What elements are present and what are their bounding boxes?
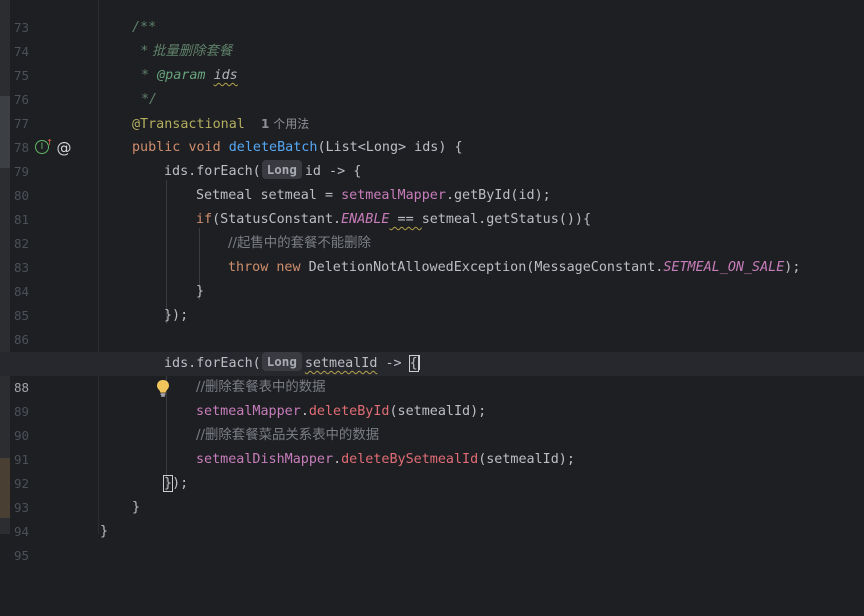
annotation: @Transactional [132, 117, 245, 132]
code-line[interactable]: 83 //起售中的套餐不能删除 [0, 232, 864, 275]
implements-method-icon[interactable]: I ↑ [35, 138, 53, 154]
matching-brace: { [408, 355, 419, 372]
code-line[interactable]: 90 setmealMapper.deleteById(setmealId); [0, 400, 864, 443]
code-text: }); [164, 308, 189, 323]
annotation-line: @Transactional 1 个用法 [132, 112, 309, 137]
code-line[interactable]: 84 throw new DeletionNotAllowedException… [0, 256, 864, 299]
code-line[interactable]: 89 //删除套餐表中的数据 [0, 376, 864, 419]
doc-param-line: * @param ids [141, 68, 238, 83]
code-text: Setmeal setmeal = setmealMapper.getById(… [196, 188, 551, 203]
code-text: throw new DeletionNotAllowedException(Me… [228, 260, 801, 275]
line-comment: //删除套餐菜品关系表中的数据 [196, 428, 380, 443]
code-line[interactable]: 85 } [0, 280, 864, 323]
code-line[interactable]: 75 * 批量删除套餐 [0, 40, 864, 83]
line-comment: //删除套餐表中的数据 [196, 380, 326, 395]
code-line[interactable]: 82 if(StatusConstant.ENABLE == setmeal.g… [0, 208, 864, 251]
code-editor[interactable]: 73 74 /** 75 * 批量删除套餐 76 * @param ids 77… [0, 0, 864, 563]
code-line[interactable]: 78 @Transactional 1 个用法 [0, 112, 864, 155]
code-line[interactable]: 74 /** [0, 16, 864, 59]
code-line[interactable]: 95 } [0, 520, 864, 563]
code-line[interactable]: 73 [0, 0, 864, 35]
code-line[interactable]: 93 }); [0, 472, 864, 515]
code-line[interactable]: 81 Setmeal setmeal = setmealMapper.getBy… [0, 184, 864, 227]
line-comment: //起售中的套餐不能删除 [228, 236, 371, 251]
type-hint: Long [261, 352, 302, 371]
code-text: setmealMapper.deleteById(setmealId); [196, 404, 487, 419]
code-line[interactable]: 77 */ [0, 88, 864, 131]
code-text: if(StatusConstant.ENABLE == setmeal.getS… [196, 212, 592, 227]
code-text: } [100, 524, 109, 539]
code-line[interactable]: 92 setmealDishMapper.deleteBySetmealId(s… [0, 448, 864, 491]
code-line[interactable]: 94 } [0, 496, 864, 539]
code-line[interactable]: 87 [0, 328, 864, 371]
code-text: ids.forEach(Long setmealId -> { [164, 352, 420, 372]
code-line[interactable]: 76 * @param ids [0, 64, 864, 107]
code-text: ids.forEach(Long id -> { [164, 160, 362, 179]
doc-comment: * 批量删除套餐 [141, 44, 233, 59]
code-text: }); [162, 475, 189, 492]
usage-hint[interactable]: 1 个用法 [261, 117, 309, 131]
code-text: setmealDishMapper.deleteBySetmealId(setm… [196, 452, 575, 467]
at-icon[interactable]: @ [56, 140, 72, 156]
code-text: } [132, 500, 141, 515]
method-signature: public void deleteBatch(List<Long> ids) … [132, 140, 463, 155]
line-number: 95 [14, 548, 30, 563]
code-line[interactable]: 79 I ↑ @ public void deleteBatch(List<Lon… [0, 136, 864, 179]
code-line[interactable]: 91 //删除套餐菜品关系表中的数据 [0, 424, 864, 467]
code-line[interactable]: 86 }); [0, 304, 864, 347]
text-caret [417, 355, 420, 370]
code-line[interactable]: 80 ids.forEach(Long id -> { [0, 160, 864, 203]
type-hint: Long [261, 160, 302, 179]
doc-comment: /** [132, 20, 157, 35]
code-text: } [196, 284, 205, 299]
doc-comment: */ [141, 92, 158, 107]
code-line-current[interactable]: 88 ids.forEach(Long setmealId -> { [0, 352, 864, 397]
